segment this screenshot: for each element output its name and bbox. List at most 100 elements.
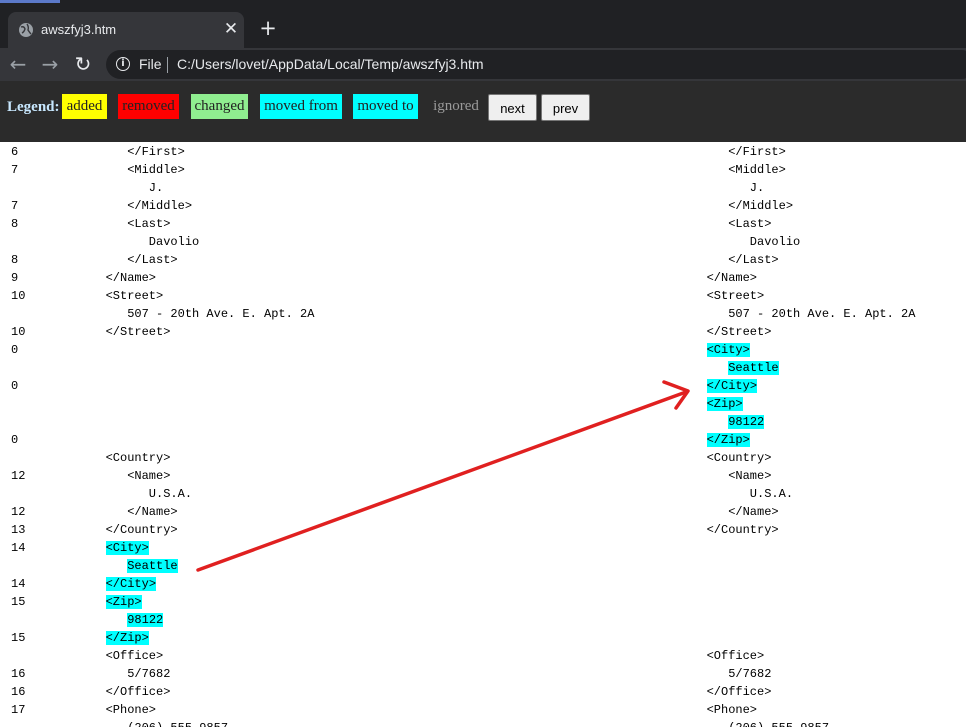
address-bar[interactable]: i File C:/Users/lovet/AppData/Local/Temp… xyxy=(106,50,966,79)
line-number: 7 xyxy=(11,199,19,213)
legend-added: added xyxy=(62,94,107,119)
diff-row: (206) 555-9857 (206) 555-9857 xyxy=(0,718,966,727)
line-number: 15 xyxy=(11,631,26,645)
line-number: 8 xyxy=(11,253,19,267)
right-line-text: </First> xyxy=(685,145,786,159)
diff-row: <Country> <Country> xyxy=(0,448,966,466)
line-number: 15 xyxy=(11,595,26,609)
line-number: 12 xyxy=(11,469,26,483)
tab-bar: awszfyj3.htm ✕ + xyxy=(0,5,966,48)
left-line-text: Davolio xyxy=(84,235,200,249)
right-line-text: </Office> xyxy=(685,685,772,699)
browser-tab[interactable]: awszfyj3.htm ✕ xyxy=(8,12,244,48)
legend-moved-from: moved from xyxy=(260,94,342,119)
diff-row: 98122 xyxy=(0,610,966,628)
close-tab-icon[interactable]: ✕ xyxy=(222,20,240,38)
diff-row: 14 </City> xyxy=(0,574,966,592)
left-line-text: </Last> xyxy=(84,253,178,267)
right-line-text: <Last> xyxy=(685,217,772,231)
window-accent xyxy=(0,0,60,3)
left-line-text: U.S.A. xyxy=(84,487,193,501)
right-line-text: Davolio xyxy=(685,235,801,249)
diff-row: 8 <Last> <Last> xyxy=(0,214,966,232)
left-line-text: <Country> xyxy=(84,451,171,465)
right-line-text: Seattle xyxy=(685,361,779,375)
moved-text: </City> xyxy=(706,379,758,393)
left-line-text: <Last> xyxy=(84,217,171,231)
left-line-text: Seattle xyxy=(84,559,178,573)
left-line-text: (206) 555-9857 xyxy=(84,721,228,727)
right-line-text: <City> xyxy=(685,343,750,357)
prev-button[interactable]: prev xyxy=(541,94,590,121)
right-line-text: (206) 555-9857 xyxy=(685,721,829,727)
diff-row: 0 </Zip> xyxy=(0,430,966,448)
legend-changed: changed xyxy=(191,94,248,119)
line-number: 0 xyxy=(11,433,19,447)
left-line-text: <Phone> xyxy=(84,703,157,717)
left-line-text: <City> xyxy=(84,541,149,555)
moved-text: <Zip> xyxy=(105,595,142,609)
diff-row: 13 </Country> </Country> xyxy=(0,520,966,538)
reload-icon[interactable]: ↻ xyxy=(72,53,94,75)
left-line-text: </City> xyxy=(84,577,157,591)
back-arrow-icon[interactable]: ← xyxy=(7,53,29,75)
diff-row: 14 <City> xyxy=(0,538,966,556)
diff-view: 6 </First> </First> 7 <Middle> <Middle> J… xyxy=(0,142,966,727)
moved-text: Seattle xyxy=(728,361,779,375)
moved-text: <Zip> xyxy=(706,397,743,411)
right-line-text: J. xyxy=(685,181,765,195)
right-line-text: </Name> xyxy=(685,505,779,519)
diff-row: Seattle xyxy=(0,556,966,574)
address-separator xyxy=(167,57,168,73)
new-tab-button[interactable]: + xyxy=(257,17,279,39)
left-line-text: </First> xyxy=(84,145,185,159)
diff-row: 7 </Middle> </Middle> xyxy=(0,196,966,214)
right-line-text: <Street> xyxy=(685,289,765,303)
legend-title: Legend: xyxy=(7,99,60,115)
moved-text: 98122 xyxy=(728,415,765,429)
next-button[interactable]: next xyxy=(488,94,537,121)
diff-row: 15 </Zip> xyxy=(0,628,966,646)
line-number: 12 xyxy=(11,505,26,519)
right-line-text: 507 - 20th Ave. E. Apt. 2A xyxy=(685,307,916,321)
line-number: 0 xyxy=(11,343,19,357)
right-line-text: U.S.A. xyxy=(685,487,794,501)
right-line-text: </Street> xyxy=(685,325,772,339)
moved-text: Seattle xyxy=(127,559,178,573)
legend-ignored: ignored xyxy=(433,98,479,114)
left-line-text: </Zip> xyxy=(84,631,149,645)
left-line-text: J. xyxy=(84,181,164,195)
line-number: 10 xyxy=(11,289,26,303)
diff-row: 7 <Middle> <Middle> xyxy=(0,160,966,178)
diff-row: <Office> <Office> xyxy=(0,646,966,664)
left-line-text: <Name> xyxy=(84,469,171,483)
info-icon[interactable]: i xyxy=(116,57,130,71)
left-line-text: <Street> xyxy=(84,289,164,303)
right-line-text: </Country> xyxy=(685,523,779,537)
right-line-text: 5/7682 xyxy=(685,667,772,681)
right-line-text: </City> xyxy=(685,379,758,393)
url-text[interactable]: C:/Users/lovet/AppData/Local/Temp/awszfy… xyxy=(177,56,484,72)
line-number: 16 xyxy=(11,667,26,681)
forward-arrow-icon[interactable]: → xyxy=(39,53,61,75)
line-number: 6 xyxy=(11,145,19,159)
left-line-text: </Middle> xyxy=(84,199,193,213)
diff-row: 17 <Phone> <Phone> xyxy=(0,700,966,718)
right-line-text: <Phone> xyxy=(685,703,758,717)
diff-row: 0 <City> xyxy=(0,340,966,358)
line-number: 16 xyxy=(11,685,26,699)
left-line-text: </Street> xyxy=(84,325,171,339)
right-line-text: </Zip> xyxy=(685,433,750,447)
diff-row: Davolio Davolio xyxy=(0,232,966,250)
diff-row: 507 - 20th Ave. E. Apt. 2A 507 - 20th Av… xyxy=(0,304,966,322)
left-line-text: 5/7682 xyxy=(84,667,171,681)
diff-row: 16 </Office> </Office> xyxy=(0,682,966,700)
left-line-text: <Zip> xyxy=(84,595,142,609)
tab-title: awszfyj3.htm xyxy=(41,22,117,37)
left-line-text: 507 - 20th Ave. E. Apt. 2A xyxy=(84,307,315,321)
diff-row: 0 </City> xyxy=(0,376,966,394)
left-line-text: </Office> xyxy=(84,685,171,699)
browser-toolbar: ← → ↻ i File C:/Users/lovet/AppData/Loca… xyxy=(0,48,966,81)
right-line-text: </Middle> xyxy=(685,199,794,213)
diff-row: 98122 xyxy=(0,412,966,430)
